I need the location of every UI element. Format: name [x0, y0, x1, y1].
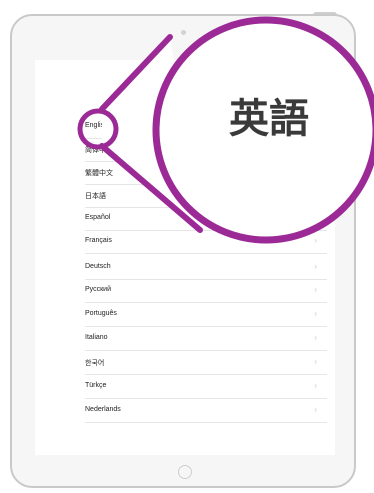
callout-label: 英語: [229, 96, 309, 142]
language-label: Türkçe: [85, 382, 107, 389]
language-item-korean[interactable]: 한국어 ›: [85, 352, 327, 375]
language-item-italian[interactable]: Italiano ›: [85, 328, 327, 351]
language-label: Español: [85, 214, 111, 221]
chevron-right-icon: ›: [314, 285, 317, 294]
language-label: 繁體中文: [85, 170, 113, 177]
camera-icon: [181, 30, 186, 35]
language-label: Русский: [85, 286, 111, 293]
language-item-spanish[interactable]: Español ›: [85, 208, 327, 231]
chevron-right-icon: ›: [314, 167, 317, 176]
chevron-right-icon: ›: [314, 405, 317, 414]
language-item-dutch[interactable]: Nederlands ›: [85, 400, 327, 423]
chevron-right-icon: ›: [314, 190, 317, 199]
language-item-traditional-chinese[interactable]: 繁體中文 ›: [85, 162, 327, 185]
language-item-japanese[interactable]: 日本語 ›: [85, 185, 327, 208]
chevron-right-icon: ›: [314, 333, 317, 342]
chevron-right-icon: ›: [314, 262, 317, 271]
language-item-russian[interactable]: Русский ›: [85, 280, 327, 303]
language-label: 한국어: [85, 360, 105, 367]
language-item-french[interactable]: Français ›: [85, 231, 327, 254]
language-label: Français: [85, 237, 112, 244]
language-label: English: [85, 122, 108, 129]
illustration: English › 简体中文 › 繁體中文 › 日本語 › Español › …: [0, 0, 374, 493]
chevron-right-icon: ›: [314, 236, 317, 245]
chevron-right-icon: ›: [314, 144, 317, 153]
language-label: 简体中文: [85, 147, 113, 154]
chevron-right-icon: ›: [314, 213, 317, 222]
language-item-german[interactable]: Deutsch ›: [85, 257, 327, 280]
language-label: Nederlands: [85, 406, 121, 413]
chevron-right-icon: ›: [314, 309, 317, 318]
language-label: 日本語: [85, 193, 106, 200]
language-label: Deutsch: [85, 263, 111, 270]
language-item-portuguese[interactable]: Português ›: [85, 304, 327, 327]
language-item-turkish[interactable]: Türkçe ›: [85, 376, 327, 399]
language-label: Português: [85, 310, 117, 317]
chevron-right-icon: ›: [314, 357, 317, 366]
chevron-right-icon: ›: [314, 381, 317, 390]
home-button-icon[interactable]: [178, 465, 192, 479]
language-label: Italiano: [85, 334, 108, 341]
